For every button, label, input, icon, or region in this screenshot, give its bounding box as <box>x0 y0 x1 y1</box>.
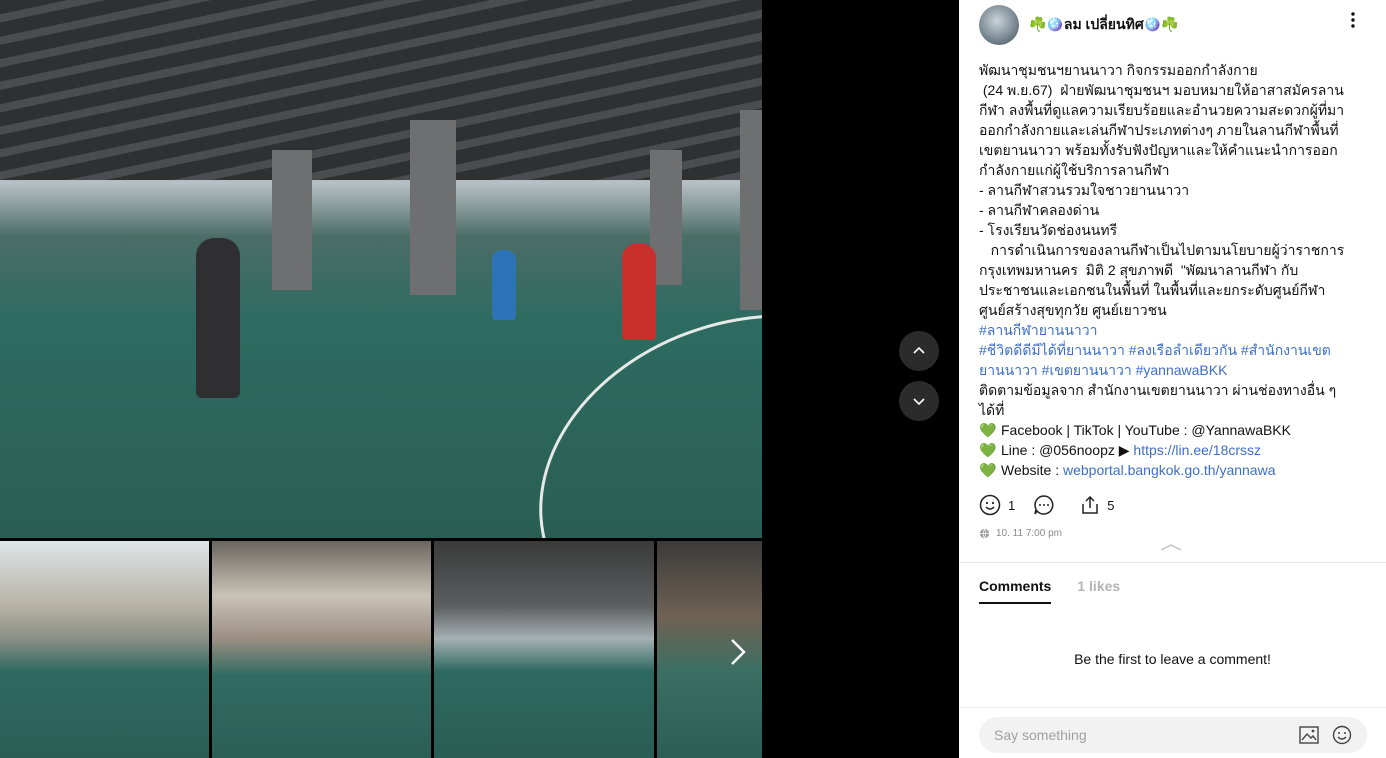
green-heart-icon: 💚 <box>979 422 997 438</box>
globe-icon <box>979 528 990 539</box>
input-divider <box>959 707 1386 708</box>
chevron-down-icon <box>913 398 925 406</box>
website-link[interactable]: webportal.bangkok.go.th/yannawa <box>1063 462 1275 478</box>
green-heart-icon: 💚 <box>979 442 997 458</box>
post-header: ☘️🪩ลม เปลี่ยนทิศ🪩☘️ <box>979 5 1179 45</box>
post-caption: พัฒนาชุมชนฯยานนาวา กิจกรรมออกกำลังกาย (2… <box>979 60 1351 480</box>
image-upload-button[interactable] <box>1299 726 1319 749</box>
post-date: 10. 11 7:00 pm <box>996 528 1062 539</box>
thumbnail[interactable] <box>0 541 209 758</box>
photo-person <box>622 244 656 340</box>
media-viewer <box>0 0 959 758</box>
post-meta: 10. 11 7:00 pm <box>979 528 1062 539</box>
share-icon <box>1082 495 1098 514</box>
line-prefix: Line : @056noopz ▶ <box>1001 442 1134 458</box>
smile-icon <box>979 494 1001 516</box>
next-post-button[interactable] <box>899 381 939 421</box>
caption-line: พัฒนาชุมชนฯยานนาวา กิจกรรมออกกำลังกาย <box>979 62 1258 78</box>
post-actions: 1 5 <box>979 494 1132 516</box>
hashtag-link[interactable]: #ลานกีฬายานนาวา <box>979 322 1098 338</box>
avatar[interactable] <box>979 5 1019 45</box>
comment-input-box <box>979 717 1367 753</box>
chevron-up-icon <box>913 346 925 354</box>
photo-person <box>196 238 240 398</box>
chevron-up-icon <box>1160 544 1182 551</box>
thumbnail[interactable] <box>434 541 654 758</box>
comment-icon <box>1034 495 1054 515</box>
caption-line: - ลานกีฬาคลองด่าน <box>979 202 1100 218</box>
caption-line: - ลานกีฬาสวนรวมใจชาวยานนาวา <box>979 182 1190 198</box>
author-name[interactable]: ☘️🪩ลม เปลี่ยนทิศ🪩☘️ <box>1029 14 1179 36</box>
tab-comments[interactable]: Comments <box>979 578 1052 604</box>
photo-ceiling <box>0 0 762 180</box>
chevron-right-icon <box>731 639 746 665</box>
photo-pillar <box>272 150 312 290</box>
line-link[interactable]: https://lin.ee/18crssz <box>1133 442 1261 458</box>
thumbnail-strip <box>0 541 762 758</box>
thumbnail-next-button[interactable] <box>726 636 750 677</box>
comment-input[interactable] <box>992 726 1296 744</box>
comment-tabs: Comments 1 likes <box>979 578 1146 604</box>
reaction-button[interactable]: 1 <box>979 494 1015 516</box>
follow-text: ติดตามข้อมูลจาก สำนักงานเขตยานนาวา ผ่านช… <box>979 382 1341 418</box>
photo-pillar <box>410 120 456 295</box>
prev-post-button[interactable] <box>899 331 939 371</box>
social-line: Facebook | TikTok | YouTube : @YannawaBK… <box>1001 422 1291 438</box>
green-heart-icon: 💚 <box>979 462 997 478</box>
emoji-button[interactable] <box>1332 725 1352 750</box>
hashtag-link[interactable]: #ชีวิตดีดีมีได้ที่ยานนาวา #ลงเรือลำเดียว… <box>979 342 1331 378</box>
website-prefix: Website : <box>1001 462 1063 478</box>
caption-line: - โรงเรียนวัดช่องนนทรี <box>979 222 1118 238</box>
photo-person <box>492 250 516 320</box>
post-panel: ☘️🪩ลม เปลี่ยนทิศ🪩☘️ พัฒนาชุมชนฯยานนาวา ก… <box>959 0 1386 758</box>
image-icon <box>1299 726 1319 744</box>
tab-likes[interactable]: 1 likes <box>1077 578 1120 604</box>
main-photo[interactable] <box>0 0 762 538</box>
share-count: 5 <box>1107 497 1115 513</box>
reaction-count: 1 <box>1008 497 1016 513</box>
thumbnail[interactable] <box>212 541 431 758</box>
caption-line: (24 พ.ย.67) ฝ่ายพัฒนาชุมชนฯ มอบหมายให้อา… <box>979 82 1345 178</box>
more-options-button[interactable] <box>1351 12 1355 31</box>
more-vertical-icon <box>1351 12 1355 28</box>
empty-comments-message: Be the first to leave a comment! <box>1074 651 1271 667</box>
section-divider <box>959 562 1386 563</box>
emoji-icon <box>1332 725 1352 745</box>
share-button[interactable]: 5 <box>1080 495 1114 515</box>
photo-pillar <box>740 110 762 310</box>
caption-line: การดำเนินการของลานกีฬาเป็นไปตามนโยบายผู้… <box>979 242 1345 318</box>
comment-button[interactable] <box>1033 494 1062 516</box>
collapse-caption-button[interactable] <box>1159 538 1183 556</box>
